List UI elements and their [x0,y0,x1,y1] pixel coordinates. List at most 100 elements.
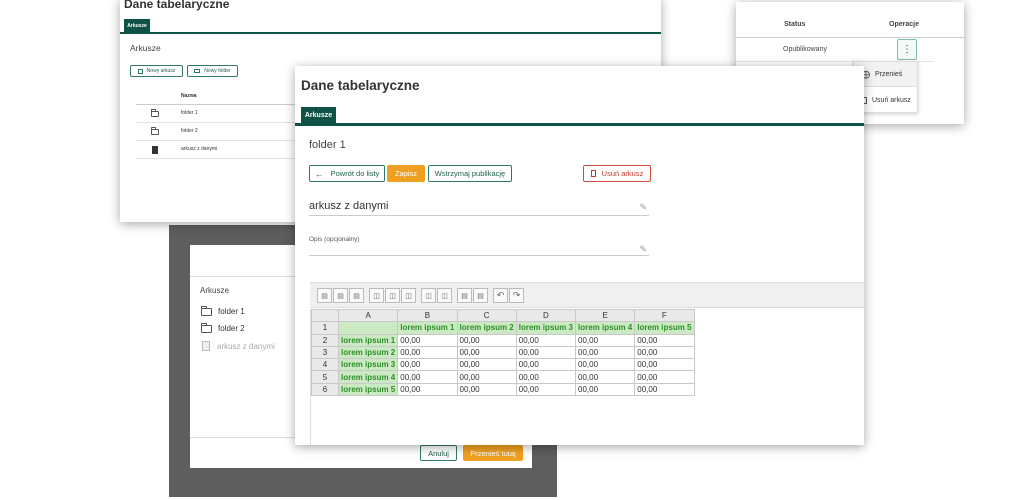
cell[interactable]: 00,00 [574,333,636,347]
column-header[interactable]: C [456,308,517,323]
cell[interactable]: 00,00 [397,382,458,397]
cell[interactable]: 00,00 [397,345,458,360]
insert-row-above-icon[interactable]: ▤ [317,288,332,303]
column-header[interactable]: B [397,308,458,323]
menu-item-label: Usuń arkusz [872,97,911,104]
cell[interactable]: 00,00 [456,370,517,384]
cell[interactable]: lorem ipsum 4 [337,370,399,384]
sheet-editor-window: Dane tabelaryczne Arkusze folder 1 ← Pow… [295,66,864,445]
row-header[interactable]: 2 [311,333,339,347]
kebab-menu-button[interactable]: ⋮ [897,39,917,60]
cell[interactable]: 00,00 [456,333,517,347]
unfreeze-row-icon[interactable]: ▤ [473,288,488,303]
insert-row-below-icon[interactable]: ▤ [333,288,348,303]
column-header-name: Nazwa [181,93,197,99]
cell[interactable]: 00,00 [634,382,695,397]
new-sheet-button[interactable]: Nowy arkusz [130,65,183,77]
column-header[interactable]: A [337,308,399,323]
table-row: 3 lorem ipsum 2 00,00 00,00 00,00 00,00 … [311,345,695,360]
page-title: Dane tabelaryczne [124,0,230,11]
cell[interactable]: lorem ipsum 5 [337,382,399,397]
cell[interactable]: 00,00 [515,370,577,384]
folder-icon [201,305,212,316]
description-field[interactable]: Opis (opcjonalny) ✎ [309,234,649,256]
cell[interactable]: 00,00 [515,382,577,397]
cell[interactable]: 00,00 [634,345,695,360]
folder-icon [151,109,159,117]
cell[interactable]: lorem ipsum 5 [634,321,695,335]
status-value: Opublikowany [783,46,827,53]
delete-sheet-button[interactable]: Usuń arkusz [583,165,651,182]
cell[interactable]: lorem ipsum 3 [515,321,577,335]
cell[interactable]: 00,00 [397,333,458,347]
cell[interactable] [337,321,399,335]
cell[interactable]: 00,00 [456,345,517,360]
dialog-item-label: folder 1 [218,307,245,316]
row-header[interactable]: 1 [311,321,339,335]
remove-col-icon[interactable]: ◫ [401,288,416,303]
cell[interactable]: lorem ipsum 2 [337,345,399,360]
cell[interactable]: lorem ipsum 4 [574,321,636,335]
tab-underline [120,32,661,34]
cell[interactable]: 00,00 [574,382,636,397]
cell[interactable]: lorem ipsum 1 [337,333,399,347]
delete-label: Usuń arkusz [601,169,644,178]
arrow-left-icon: ← [314,168,324,179]
table-row: 1 lorem ipsum 1 lorem ipsum 2 lorem ipsu… [311,321,695,335]
sheet-name-field[interactable]: arkusz z danymi ✎ [309,198,649,216]
pause-publication-button[interactable]: Wstrzymaj publikację [428,165,512,182]
move-here-button[interactable]: Przenieś tutaj [463,445,523,461]
new-folder-button[interactable]: Nowy folder [187,65,238,77]
column-header[interactable]: D [515,308,577,323]
dialog-folder-1[interactable]: folder 1 [201,305,245,316]
back-to-list-button[interactable]: ← Powrót do listy [309,165,385,182]
column-header[interactable]: E [574,308,636,323]
cell[interactable]: 00,00 [634,333,695,347]
description-label: Opis (opcjonalny) [309,236,360,243]
new-sheet-label: Nowy arkusz [146,68,176,74]
remove-row-icon[interactable]: ▤ [349,288,364,303]
tab-underline [295,123,864,126]
row-header[interactable]: 3 [311,345,339,360]
trash-icon [590,170,596,177]
cell[interactable]: 00,00 [515,358,577,372]
save-button[interactable]: Zapisz [387,165,425,182]
spreadsheet-toolbar: ▤ ▤ ▤ ◫ ◫ ◫ ◫ ◫ ▤ ▤ ↶ ↷ [310,282,864,308]
cell[interactable]: 00,00 [574,345,636,360]
cell[interactable]: 00,00 [574,370,636,384]
insert-col-left-icon[interactable]: ◫ [369,288,384,303]
dialog-section-title: Arkusze [200,286,229,295]
cell[interactable]: lorem ipsum 3 [337,358,399,372]
cell[interactable]: 00,00 [634,370,695,384]
cell[interactable]: lorem ipsum 1 [397,321,458,335]
cell[interactable]: lorem ipsum 2 [456,321,517,335]
unfreeze-col-icon[interactable]: ◫ [437,288,452,303]
row-header[interactable]: 6 [311,382,339,397]
table-header-divider [736,37,964,38]
cell[interactable]: 00,00 [456,358,517,372]
insert-col-right-icon[interactable]: ◫ [385,288,400,303]
cell[interactable]: 00,00 [515,345,577,360]
dialog-folder-2[interactable]: folder 2 [201,322,245,333]
cell[interactable]: 00,00 [515,333,577,347]
cell[interactable]: 00,00 [456,382,517,397]
cancel-button[interactable]: Anuluj [420,445,457,461]
freeze-col-icon[interactable]: ◫ [421,288,436,303]
tab-sheets[interactable]: Arkusze [301,107,336,124]
cell[interactable]: 00,00 [397,370,458,384]
cell[interactable]: 00,00 [574,358,636,372]
new-folder-label: Nowy folder [204,68,231,74]
row-header[interactable]: 5 [311,370,339,384]
redo-icon[interactable]: ↷ [509,288,524,303]
pencil-icon: ✎ [639,202,647,212]
row-header[interactable]: 4 [311,358,339,372]
folder-add-icon [194,69,201,73]
page-title: Dane tabelaryczne [301,78,420,93]
more-vertical-icon: ⋮ [902,43,912,55]
freeze-row-icon[interactable]: ▤ [457,288,472,303]
cell[interactable]: 00,00 [397,358,458,372]
undo-icon[interactable]: ↶ [493,288,508,303]
column-header[interactable]: F [634,308,695,323]
tab-sheets[interactable]: Arkusze [124,19,150,33]
cell[interactable]: 00,00 [634,358,695,372]
